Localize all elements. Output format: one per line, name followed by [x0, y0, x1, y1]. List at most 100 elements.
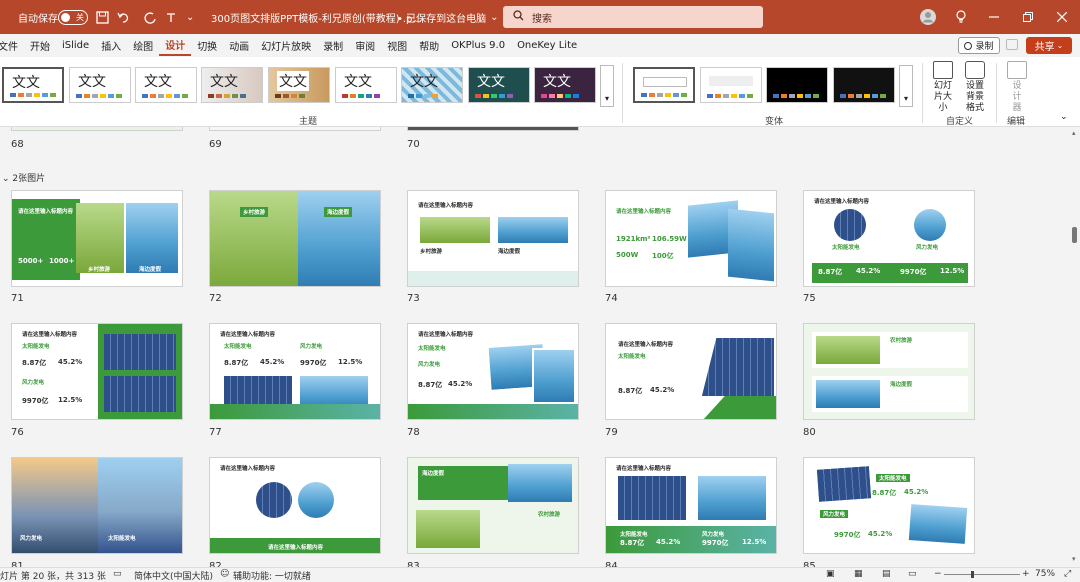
tab-help[interactable]: 帮助: [413, 34, 445, 56]
record-button[interactable]: 录制: [958, 37, 1000, 54]
tab-transitions[interactable]: 切换: [191, 34, 223, 56]
scroll-down-icon[interactable]: ▾: [1072, 555, 1076, 563]
slide-thumb-69[interactable]: [209, 127, 381, 131]
theme-3[interactable]: 文文: [135, 67, 197, 103]
themes-gallery-more[interactable]: ▾: [600, 65, 614, 107]
slide-size-button[interactable]: 幻灯片大小: [926, 61, 960, 114]
minimize-icon[interactable]: [977, 0, 1011, 34]
search-box[interactable]: 搜索: [503, 6, 763, 28]
tab-file[interactable]: 文件: [0, 34, 24, 56]
zoom-in-icon[interactable]: +: [1022, 569, 1030, 579]
comments-icon[interactable]: [1006, 39, 1018, 50]
scroll-up-icon[interactable]: ▴: [1072, 129, 1076, 137]
slide-thumb-68[interactable]: [11, 127, 183, 131]
tab-home[interactable]: 开始: [24, 34, 56, 56]
theme-9[interactable]: 文文: [534, 67, 596, 103]
slide-number: 76: [11, 427, 24, 438]
lightbulb-icon[interactable]: [944, 0, 978, 34]
theme-office[interactable]: 文文: [2, 67, 64, 103]
tab-insert[interactable]: 插入: [95, 34, 127, 56]
slide-thumb-84[interactable]: 请在这里输入标题内容 太阳能发电 风力发电 8.87亿 45.2% 9970亿 …: [605, 457, 777, 554]
theme-2[interactable]: 文文: [69, 67, 131, 103]
slide-thumb-75[interactable]: 请在这里输入标题内容 太阳能发电 风力发电 8.87亿 45.2% 9970亿 …: [803, 190, 975, 287]
theme-5[interactable]: 文文: [268, 67, 330, 103]
slide-thumb-73[interactable]: 请在这里输入标题内容 乡村旅游 海边度假: [407, 190, 579, 287]
zoom-slider-thumb[interactable]: [971, 571, 974, 578]
account-avatar-icon[interactable]: [911, 0, 945, 34]
slide-thumb-82[interactable]: 请在这里输入标题内容 请在这里输入标题内容: [209, 457, 381, 554]
slide-number: 80: [803, 427, 816, 438]
theme-6[interactable]: 文文: [335, 67, 397, 103]
tab-animations[interactable]: 动画: [223, 34, 255, 56]
collapse-ribbon-icon[interactable]: ⌄: [1060, 112, 1068, 122]
reading-view-icon[interactable]: ▤: [882, 569, 891, 579]
customize-group-label: 自定义: [946, 117, 974, 127]
share-button[interactable]: 共享 ⌄: [1026, 37, 1072, 54]
zoom-out-icon[interactable]: −: [934, 569, 942, 579]
variant-3[interactable]: [766, 67, 828, 103]
slide-thumb-71[interactable]: 请在这里输入标题内容 5000+ 1000+ 乡村旅游 海边度假: [11, 190, 183, 287]
autosave-toggle[interactable]: 关: [58, 0, 88, 34]
save-status[interactable]: • 已保存到这台电脑 ⌄: [397, 0, 498, 34]
theme-8[interactable]: 文文: [468, 67, 530, 103]
qat-more-icon[interactable]: ⌄: [186, 0, 194, 34]
vertical-scrollbar[interactable]: ▴ ▾: [1070, 127, 1080, 567]
tab-review[interactable]: 审阅: [349, 34, 381, 56]
theme-7[interactable]: 文文: [401, 67, 463, 103]
slide-thumb-81[interactable]: 风力发电 太阳能发电: [11, 457, 183, 554]
restore-icon[interactable]: [1011, 0, 1045, 34]
slide-number: 71: [11, 293, 24, 304]
format-background-button[interactable]: 设置背景格式: [958, 61, 992, 114]
zoom-level[interactable]: 75%: [1035, 569, 1055, 579]
document-title[interactable]: 300页图文排版PPT模板-利兄原创(带教程) .p...: [211, 0, 422, 34]
tab-view[interactable]: 视图: [381, 34, 413, 56]
language-status[interactable]: 简体中文(中国大陆): [134, 569, 213, 582]
zoom-slider[interactable]: [944, 571, 1020, 578]
accessibility-status[interactable]: 辅助功能: 一切就绪: [233, 569, 311, 582]
tab-islide[interactable]: iSlide: [56, 34, 95, 56]
slide-thumb-77[interactable]: 请在这里输入标题内容 太阳能发电 风力发电 8.87亿 45.2% 9970亿 …: [209, 323, 381, 420]
tab-record[interactable]: 录制: [317, 34, 349, 56]
slide-number: 79: [605, 427, 618, 438]
sorter-view-icon[interactable]: ▦: [854, 569, 863, 579]
slide-thumb-78[interactable]: 请在这里输入标题内容 太阳能发电 风力发电 8.87亿 45.2%: [407, 323, 579, 420]
autosave-label: 自动保存: [18, 13, 58, 25]
slide-thumb-85[interactable]: 太阳能发电 8.87亿 45.2% 风力发电 9970亿 45.2%: [803, 457, 975, 554]
slideshow-view-icon[interactable]: ▭: [908, 569, 917, 579]
save-icon[interactable]: [94, 0, 110, 34]
format-background-icon: [965, 61, 985, 79]
variant-1[interactable]: [633, 67, 695, 103]
slide-thumb-80[interactable]: 农村旅游 海边度假: [803, 323, 975, 420]
slide-thumb-74[interactable]: 请在这里输入标题内容 1921km² 106.59W 500W 100亿: [605, 190, 777, 287]
tab-draw[interactable]: 绘图: [127, 34, 159, 56]
variant-4[interactable]: [833, 67, 895, 103]
menu-bar: 文件 开始 iSlide 插入 绘图 设计 切换 动画 幻灯片放映 录制 审阅 …: [0, 34, 1080, 56]
section-header[interactable]: ⌄ 2张图片: [2, 171, 45, 184]
designer-button[interactable]: 设计器: [1000, 61, 1034, 114]
spellcheck-icon[interactable]: ▭: [113, 569, 122, 579]
slide-thumb-83[interactable]: 海边度假 农村旅游: [407, 457, 579, 554]
theme-4[interactable]: 文文: [201, 67, 263, 103]
variant-2[interactable]: [700, 67, 762, 103]
accessibility-icon[interactable]: ☺: [220, 569, 229, 579]
slide-sorter: 68 69 70 ⌄ 2张图片 请在这里输入标题内容 5000+ 1000+ 乡…: [0, 127, 1070, 567]
slide-number: 78: [407, 427, 420, 438]
customize-qat-icon[interactable]: [163, 0, 179, 34]
tab-slideshow[interactable]: 幻灯片放映: [255, 34, 317, 56]
normal-view-icon[interactable]: ▣: [826, 569, 835, 579]
scrollbar-thumb[interactable]: [1072, 227, 1077, 243]
variants-gallery-more[interactable]: ▾: [899, 65, 913, 107]
slide-thumb-72[interactable]: 乡村旅游 海边度假: [209, 190, 381, 287]
slide-number: 73: [407, 293, 420, 304]
close-icon[interactable]: [1045, 0, 1079, 34]
slide-thumb-79[interactable]: 请在这里输入标题内容 太阳能发电 8.87亿 45.2%: [605, 323, 777, 420]
fit-to-window-icon[interactable]: ⤢: [1064, 569, 1071, 579]
slide-thumb-70[interactable]: [407, 127, 579, 131]
tab-okplus[interactable]: OKPlus 9.0: [445, 34, 511, 56]
undo-icon[interactable]: [116, 0, 132, 34]
share-label: 共享: [1034, 42, 1055, 53]
redo-icon[interactable]: [142, 0, 158, 34]
tab-onekey[interactable]: OneKey Lite: [511, 34, 583, 56]
tab-design[interactable]: 设计: [159, 34, 192, 56]
slide-thumb-76[interactable]: 请在这里输入标题内容 太阳能发电 8.87亿 45.2% 风力发电 9970亿 …: [11, 323, 183, 420]
